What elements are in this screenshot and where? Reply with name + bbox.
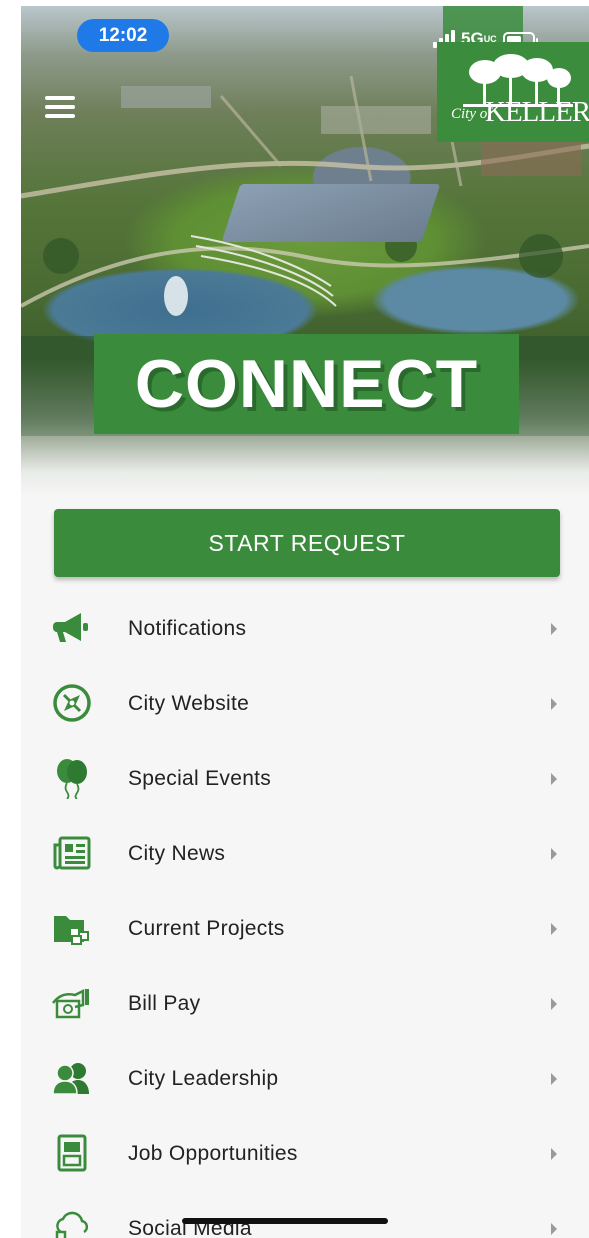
chevron-right-icon — [551, 847, 557, 860]
menu-item-label: City Website — [128, 691, 250, 715]
connect-title: CONNECT — [134, 346, 479, 422]
menu-item-label: Notifications — [128, 616, 247, 640]
hamburger-menu-button[interactable] — [45, 96, 75, 120]
start-request-button[interactable]: START REQUEST — [54, 509, 560, 577]
menu-item-label: Special Events — [128, 766, 272, 790]
cloud-share-icon — [50, 1208, 94, 1238]
city-hall-building — [221, 184, 441, 242]
menu-item-city-leadership[interactable]: City Leadership — [21, 1041, 589, 1116]
hand-money-icon — [50, 983, 94, 1023]
folder-blocks-icon — [50, 908, 94, 948]
menu-item-label: Current Projects — [128, 916, 285, 940]
chevron-right-icon — [551, 622, 557, 635]
menu-item-notifications[interactable]: Notifications — [21, 591, 589, 666]
home-indicator[interactable] — [182, 1218, 388, 1224]
chevron-right-icon — [551, 997, 557, 1010]
people-icon — [50, 1058, 94, 1098]
city-logo: City of KELLER — [437, 42, 589, 142]
app-screen: 12:02 5G UC City of KELLER CONNECT START … — [21, 6, 589, 1238]
chevron-right-icon — [551, 1222, 557, 1235]
menu-item-current-projects[interactable]: Current Projects — [21, 891, 589, 966]
newspaper-icon — [50, 833, 94, 873]
menu-item-special-events[interactable]: Special Events — [21, 741, 589, 816]
logo-keller-text: KELLER — [485, 96, 589, 128]
chevron-right-icon — [551, 1072, 557, 1085]
menu-item-city-website[interactable]: City Website — [21, 666, 589, 741]
menu-item-job-opportunities[interactable]: Job Opportunities — [21, 1116, 589, 1191]
chevron-right-icon — [551, 922, 557, 935]
job-board-icon — [50, 1133, 94, 1173]
menu-item-city-news[interactable]: City News — [21, 816, 589, 891]
status-time: 12:02 — [77, 19, 169, 52]
chevron-right-icon — [551, 697, 557, 710]
menu-list: Notifications City Website Special Event… — [21, 591, 589, 1238]
menu-item-label: City Leadership — [128, 1066, 279, 1090]
chevron-right-icon — [551, 1147, 557, 1160]
menu-item-label: City News — [128, 841, 226, 865]
balloons-icon — [50, 758, 94, 799]
menu-item-bill-pay[interactable]: Bill Pay — [21, 966, 589, 1041]
compass-icon — [50, 683, 94, 723]
menu-item-social-media[interactable]: Social Media — [21, 1191, 589, 1238]
menu-item-label: Bill Pay — [128, 991, 201, 1015]
chevron-right-icon — [551, 772, 557, 785]
megaphone-icon — [50, 608, 94, 648]
connect-banner: CONNECT — [94, 334, 519, 434]
menu-item-label: Job Opportunities — [128, 1141, 298, 1165]
